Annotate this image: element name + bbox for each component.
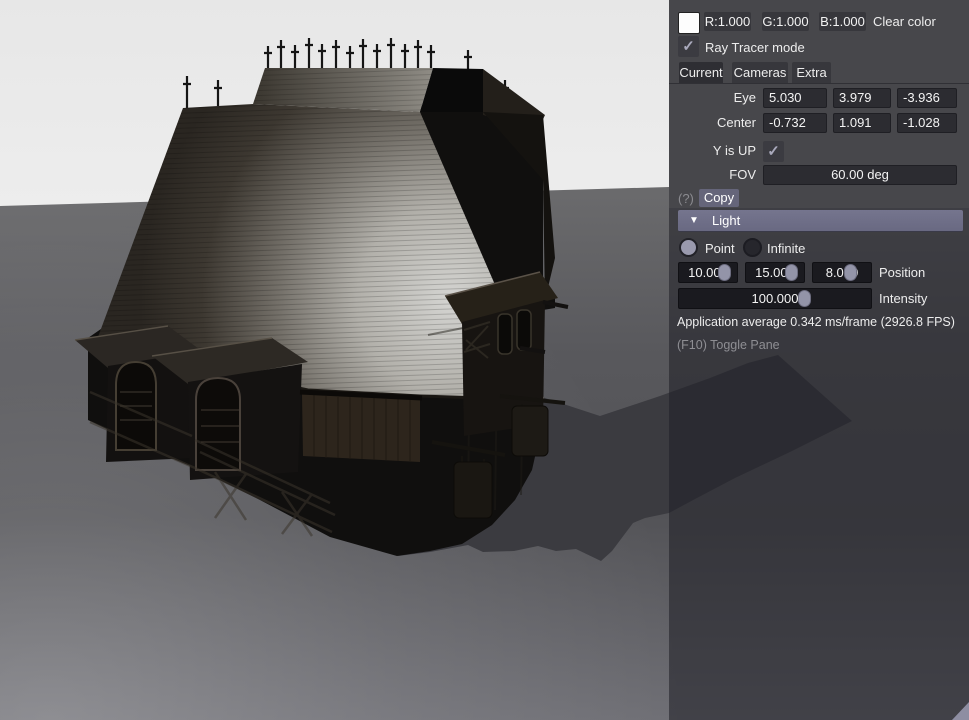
green-value-button[interactable]: G:1.000 [762, 12, 809, 31]
infinite-light-label: Infinite [767, 241, 806, 256]
light-position-z-slider[interactable]: 8.000 [812, 262, 872, 283]
light-position-y-slider[interactable]: 15.000 [745, 262, 805, 283]
center-z-field[interactable]: -1.028 [897, 113, 957, 133]
fov-field[interactable]: 60.00 deg [763, 165, 957, 185]
front-plank-panel [299, 389, 423, 462]
slider-handle[interactable] [844, 264, 857, 281]
copy-button[interactable]: Copy [699, 189, 739, 207]
resize-grip-icon[interactable] [952, 702, 969, 720]
performance-stats: Application average 0.342 ms/frame (2926… [677, 315, 955, 329]
raytracer-app: R:1.000 G:1.000 B:1.000 Clear color ✓ Ra… [0, 0, 969, 720]
light-intensity-slider[interactable]: 100.000 [678, 288, 872, 309]
red-value-button[interactable]: R:1.000 [704, 12, 751, 31]
y-up-label: Y is UP [712, 143, 756, 158]
intensity-label: Intensity [879, 291, 928, 306]
point-light-label: Point [705, 241, 735, 256]
fov-label: FOV [729, 167, 756, 182]
tab-cameras[interactable]: Cameras [732, 62, 788, 83]
light-intensity-value: 100.000 [751, 291, 799, 306]
infinite-light-radio[interactable] [743, 238, 762, 257]
ray-tracer-label: Ray Tracer mode [705, 40, 805, 55]
color-swatch[interactable] [678, 12, 700, 34]
toggle-pane-hint: (F10) Toggle Pane [677, 338, 780, 352]
slider-handle[interactable] [785, 264, 798, 281]
position-label: Position [879, 265, 926, 280]
light-section-header[interactable]: ▼ Light [678, 210, 963, 232]
clear-color-label: Clear color [873, 14, 936, 29]
collapse-triangle-icon: ▼ [689, 215, 699, 226]
light-section-title: Light [712, 213, 741, 228]
eye-y-field[interactable]: 3.979 [833, 88, 891, 108]
ray-tracer-checkbox[interactable]: ✓ [678, 36, 699, 57]
check-icon: ✓ [682, 38, 695, 55]
center-x-field[interactable]: -0.732 [763, 113, 827, 133]
help-button[interactable]: (?) [678, 190, 694, 208]
center-y-field[interactable]: 1.091 [833, 113, 891, 133]
eye-label: Eye [733, 90, 756, 105]
center-label: Center [716, 115, 756, 130]
blue-value-button[interactable]: B:1.000 [819, 12, 866, 31]
tab-separator [669, 83, 969, 84]
tab-current[interactable]: Current [679, 62, 723, 83]
light-position-x-slider[interactable]: 10.000 [678, 262, 738, 283]
tab-extra[interactable]: Extra [792, 62, 831, 83]
light-bar-background [669, 208, 969, 720]
tweakbar-panel: R:1.000 G:1.000 B:1.000 Clear color ✓ Ra… [669, 0, 969, 720]
check-icon: ✓ [767, 143, 780, 160]
eye-x-field[interactable]: 5.030 [763, 88, 827, 108]
slider-handle[interactable] [718, 264, 731, 281]
y-up-checkbox[interactable]: ✓ [763, 141, 784, 162]
eye-z-field[interactable]: -3.936 [897, 88, 957, 108]
point-light-radio[interactable] [679, 238, 698, 257]
slider-handle[interactable] [798, 290, 811, 307]
